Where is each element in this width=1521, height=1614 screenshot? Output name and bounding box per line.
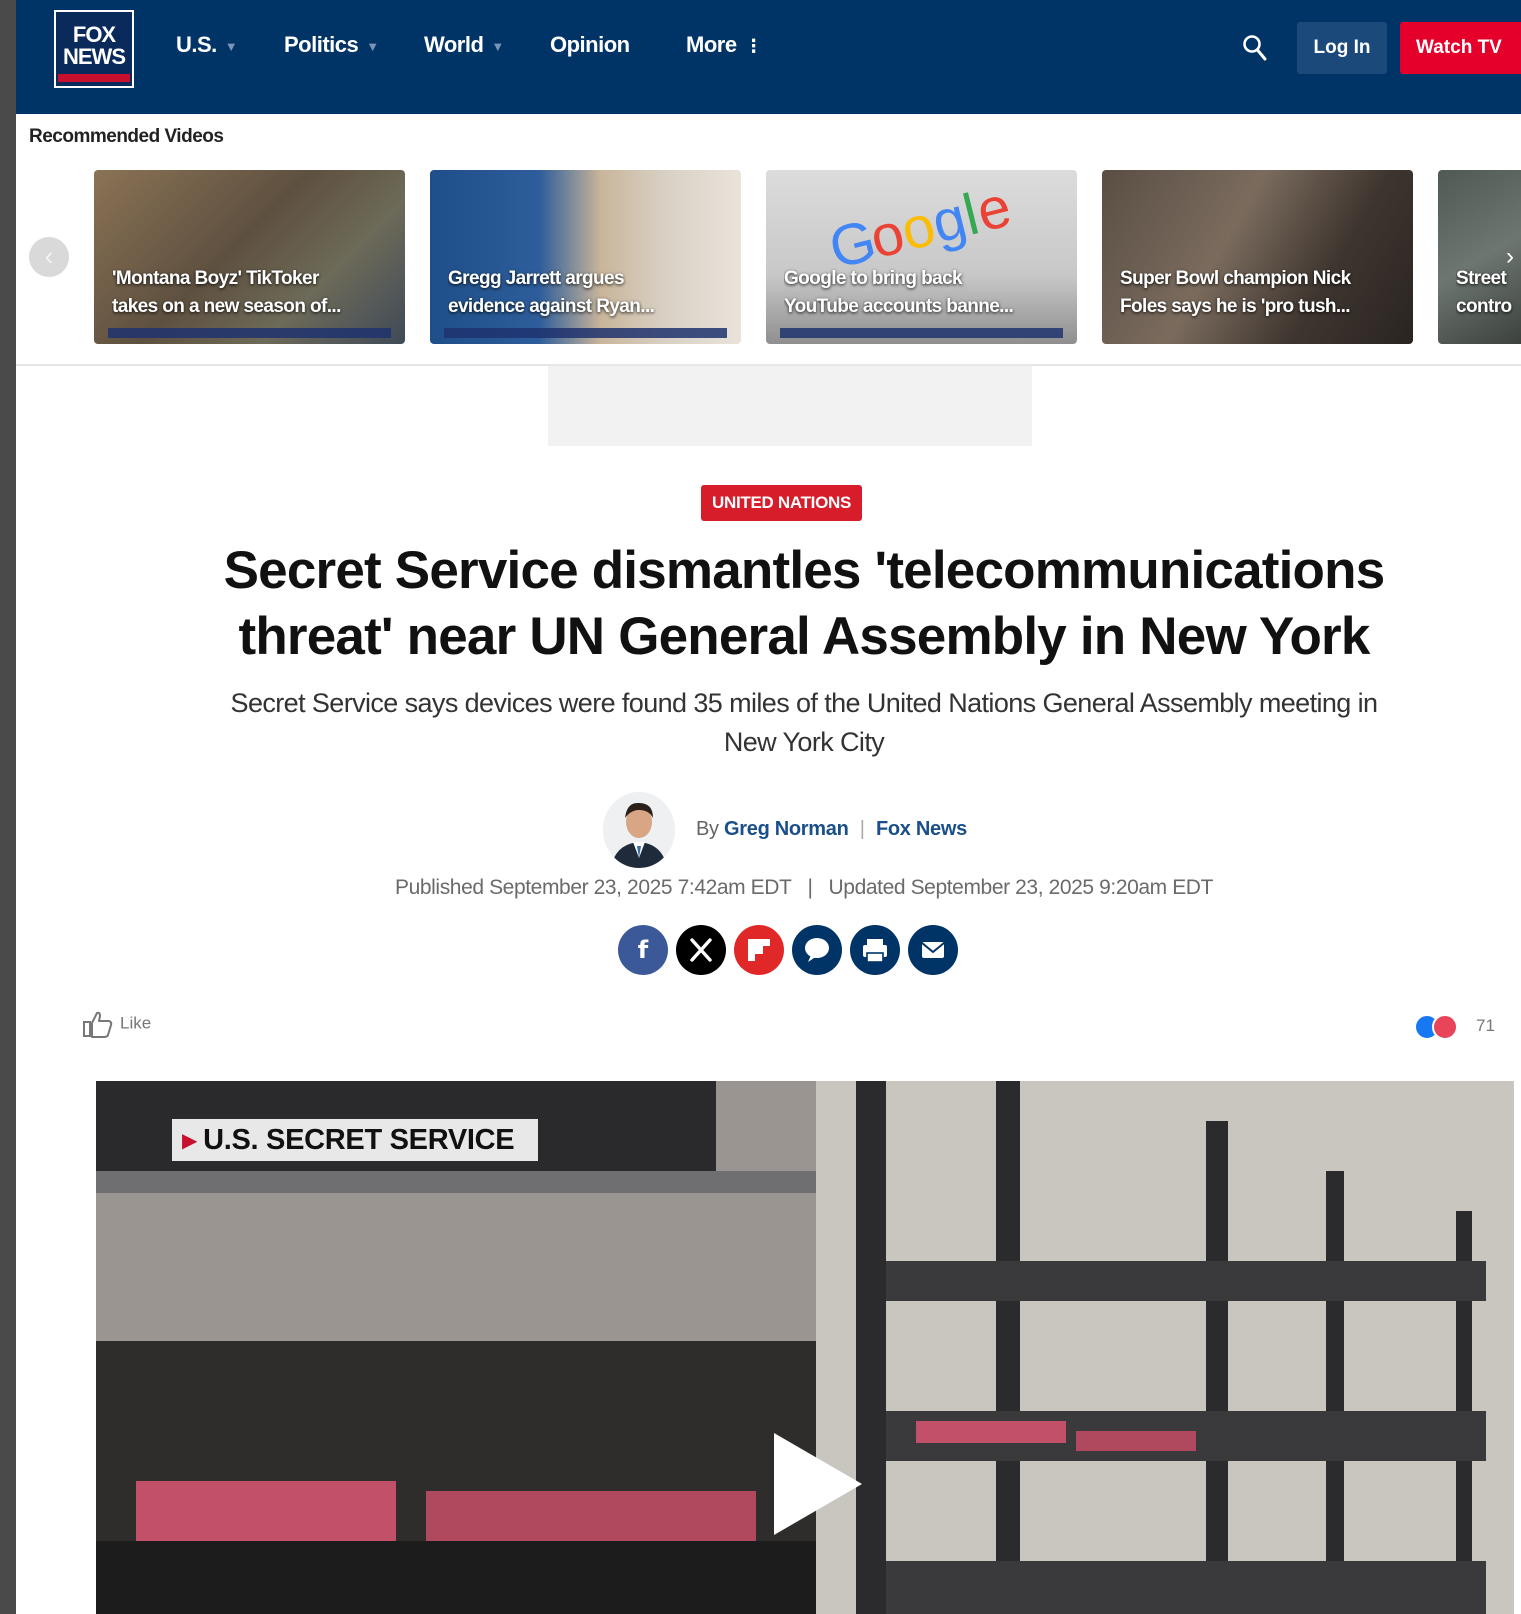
category-eyebrow[interactable]: UNITED NATIONS [701, 485, 863, 521]
byline: By Greg Norman | Fox News [696, 818, 967, 841]
more-dots-icon: ⋮ [744, 35, 763, 56]
logo-line1: FOX [72, 22, 116, 47]
video-card[interactable]: G o o g l e Google to bring back YouTube… [766, 170, 1077, 344]
subhead-line: New York City [723, 727, 885, 757]
like-button[interactable]: Like [82, 1010, 151, 1038]
nav-us-label: U.S. [176, 32, 217, 57]
nav-world[interactable]: World ▼ [424, 32, 504, 58]
nav-world-label: World [424, 32, 484, 57]
play-triangle-icon: ▶ [182, 1130, 198, 1152]
recommended-title: Recommended Videos [29, 126, 224, 147]
chyron-bar [108, 328, 391, 338]
date-separator: | [807, 876, 813, 899]
nav-more[interactable]: More ⋮ [686, 32, 763, 58]
logo-bar [58, 74, 130, 82]
facebook-share-button[interactable]: f [618, 925, 668, 975]
play-icon[interactable] [770, 1429, 866, 1539]
like-label: Like [120, 1013, 152, 1033]
chevron-down-icon: ▼ [224, 38, 238, 54]
thumbs-up-icon [83, 1011, 113, 1038]
x-icon [690, 938, 712, 962]
updated-date: Updated September 23, 2025 9:20am EDT [828, 876, 1214, 899]
google-logo-graphic: G o o g l e [823, 178, 1016, 268]
facebook-icon: f [637, 936, 649, 964]
chyron-bar [444, 328, 727, 338]
source-link[interactable]: Fox News [876, 818, 967, 840]
published-date: Published September 23, 2025 7:42am EDT [395, 876, 792, 899]
nav-more-label: More [686, 32, 737, 57]
login-button[interactable]: Log In [1297, 22, 1387, 74]
email-share-button[interactable] [908, 925, 958, 975]
video-card[interactable]: Gregg Jarrett argues evidence against Ry… [430, 170, 741, 344]
video-card-caption: 'Montana Boyz' TikToker takes on a new s… [112, 265, 393, 321]
nav-politics[interactable]: Politics ▼ [284, 32, 379, 58]
byline-prefix: By [696, 818, 719, 840]
article-dates: Published September 23, 2025 7:42am EDT |… [166, 876, 1442, 900]
video-card-caption: Street contro [1456, 265, 1516, 321]
reaction-count: 71 [1476, 1016, 1495, 1035]
print-icon [863, 939, 887, 963]
nav-politics-label: Politics [284, 32, 359, 57]
subhead-line: Secret Service says devices were found 3… [230, 688, 1378, 718]
carousel-prev-button[interactable]: ‹ [29, 237, 69, 277]
love-reaction-icon [1432, 1014, 1458, 1040]
caption-line: Gregg Jarrett argues [448, 268, 625, 289]
video-source-text: U.S. SECRET SERVICE [203, 1124, 515, 1156]
logo-line2: NEWS [63, 44, 126, 69]
nav-opinion-label: Opinion [550, 32, 630, 57]
email-icon [921, 942, 945, 958]
caption-line: Super Bowl champion Nick [1120, 268, 1351, 289]
caption-line: evidence against Ryan... [448, 296, 655, 317]
caption-line: Google to bring back [784, 268, 963, 289]
fox-news-logo[interactable]: FOX NEWS [54, 10, 134, 88]
watch-tv-button[interactable]: Watch TV [1400, 22, 1521, 74]
caption-line: Foles says he is 'pro tush... [1120, 296, 1351, 317]
video-card-caption: Super Bowl champion Nick Foles says he i… [1120, 265, 1401, 321]
comment-button[interactable] [792, 925, 842, 975]
nav-opinion[interactable]: Opinion [550, 32, 630, 58]
author-photo [603, 792, 675, 868]
flipboard-icon [748, 939, 770, 961]
caption-line: contro [1456, 296, 1512, 317]
chevron-down-icon: ▼ [366, 38, 379, 54]
nav-us[interactable]: U.S. ▼ [176, 32, 238, 58]
headline-line: Secret Service dismantles 'telecommunica… [223, 541, 1386, 600]
chevron-down-icon: ▼ [491, 38, 504, 54]
video-card[interactable]: Super Bowl champion Nick Foles says he i… [1102, 170, 1413, 344]
headline-line: threat' near UN General Assembly in New … [238, 607, 1370, 666]
caption-line: 'Montana Boyz' TikToker [112, 268, 319, 289]
top-nav: FOX NEWS U.S. ▼ Politics ▼ World ▼ Opinion … [16, 0, 1521, 114]
article-page: FOX NEWS U.S. ▼ Politics ▼ World ▼ Opinion … [16, 0, 1521, 1614]
print-button[interactable] [850, 925, 900, 975]
caption-line: YouTube accounts banne... [784, 296, 1014, 317]
ad-slot [548, 366, 1032, 446]
author-link[interactable]: Greg Norman [724, 818, 849, 840]
caption-line: takes on a new season of... [112, 296, 341, 317]
byline-separator: | [859, 818, 865, 840]
video-card-caption: Gregg Jarrett argues evidence against Ry… [448, 265, 729, 321]
search-icon[interactable] [1242, 34, 1268, 62]
article-headline: Secret Service dismantles 'telecommunica… [136, 538, 1472, 670]
video-source-label: ▶ U.S. SECRET SERVICE [172, 1119, 539, 1161]
flipboard-share-button[interactable] [734, 925, 784, 975]
video-card[interactable]: 'Montana Boyz' TikToker takes on a new s… [94, 170, 405, 344]
video-card-caption: Google to bring back YouTube accounts ba… [784, 265, 1065, 321]
comment-icon [805, 938, 829, 962]
x-share-button[interactable] [676, 925, 726, 975]
chyron-bar [780, 328, 1063, 338]
carousel-next-button[interactable]: › [1506, 243, 1514, 271]
author-avatar[interactable] [603, 792, 675, 868]
video-player[interactable]: ▶ U.S. SECRET SERVICE [96, 1081, 1514, 1614]
article-subhead: Secret Service says devices were found 3… [166, 684, 1442, 762]
